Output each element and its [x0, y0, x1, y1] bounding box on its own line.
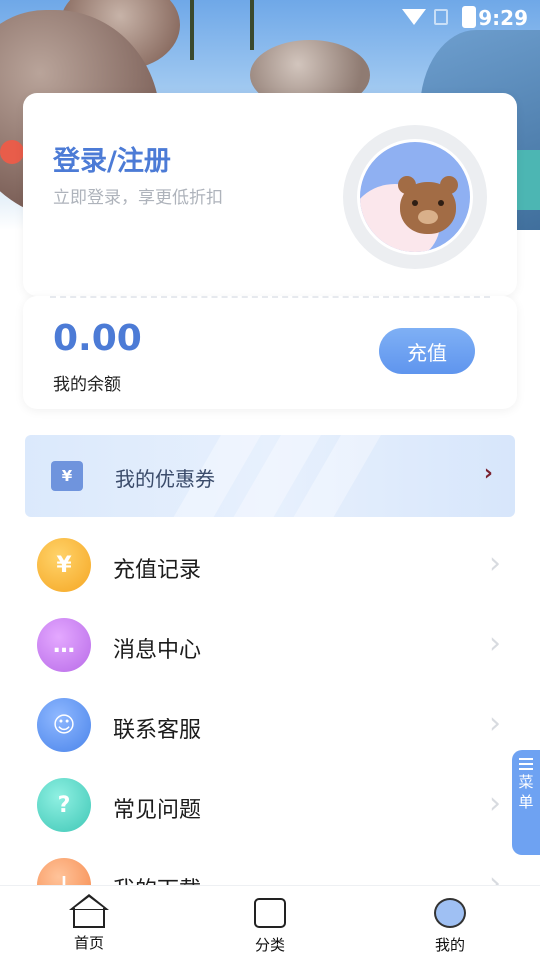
bottom-navigation: 首页 分类 我的	[0, 885, 540, 960]
balance-value: 0.00	[53, 318, 142, 359]
nav-home[interactable]: 首页	[29, 886, 149, 960]
coupon-label: 我的优惠券	[115, 467, 215, 491]
recharge-button[interactable]: 充值	[379, 328, 475, 374]
nav-category-label: 分类	[254, 936, 285, 954]
headset-icon: ☺	[37, 698, 91, 752]
banner-fish	[0, 140, 24, 164]
category-icon	[254, 898, 286, 928]
menu-item-label: 联系客服	[113, 718, 202, 743]
list-icon	[519, 758, 533, 770]
nav-profile[interactable]: 我的	[390, 886, 510, 960]
question-icon: ?	[37, 778, 91, 832]
nav-profile-label: 我的	[434, 936, 465, 954]
status-bar: 9:29	[0, 0, 540, 36]
status-time: 9:29	[478, 6, 528, 30]
menu-item-faq[interactable]: ? 常见问题 ›	[25, 765, 515, 845]
chevron-right-icon: ›	[489, 626, 501, 661]
login-register-title[interactable]: 登录/注册	[53, 139, 171, 178]
menu-item-recharge-records[interactable]: ¥ 充值记录 ›	[25, 525, 515, 605]
wifi-icon	[402, 9, 426, 25]
coupon-ticket-icon: ¥	[51, 461, 83, 491]
nav-home-label: 首页	[73, 934, 104, 952]
menu-item-customer-service[interactable]: ☺ 联系客服 ›	[25, 685, 515, 765]
signal-icon	[434, 9, 448, 25]
home-icon-body	[73, 908, 105, 928]
login-subtitle: 立即登录，享更低折扣	[53, 188, 223, 208]
floating-menu-button[interactable]: 菜单	[512, 750, 540, 855]
profile-icon	[434, 898, 466, 928]
avatar-image	[357, 139, 473, 255]
coupon-row[interactable]: ¥ 我的优惠券 ›	[25, 435, 515, 517]
chevron-right-icon: ›	[483, 461, 493, 486]
menu-item-message-center[interactable]: … 消息中心 ›	[25, 605, 515, 685]
avatar[interactable]	[343, 125, 487, 269]
money-bag-icon: ¥	[37, 538, 91, 592]
nav-category[interactable]: 分类	[210, 886, 330, 960]
menu-item-label: 常见问题	[113, 798, 202, 823]
menu-item-label: 消息中心	[113, 638, 202, 663]
battery-icon	[462, 6, 476, 28]
menu-item-label: 充值记录	[113, 558, 202, 583]
card-divider	[50, 296, 490, 298]
message-icon: …	[37, 618, 91, 672]
login-card[interactable]: 登录/注册 立即登录，享更低折扣	[23, 93, 517, 296]
floating-menu-label: 菜单	[518, 773, 534, 811]
chevron-right-icon: ›	[489, 706, 501, 741]
balance-card: 0.00 我的余额 充值	[23, 296, 517, 409]
chevron-right-icon: ›	[489, 786, 501, 821]
chevron-right-icon: ›	[489, 546, 501, 581]
balance-label: 我的余额	[53, 375, 121, 395]
